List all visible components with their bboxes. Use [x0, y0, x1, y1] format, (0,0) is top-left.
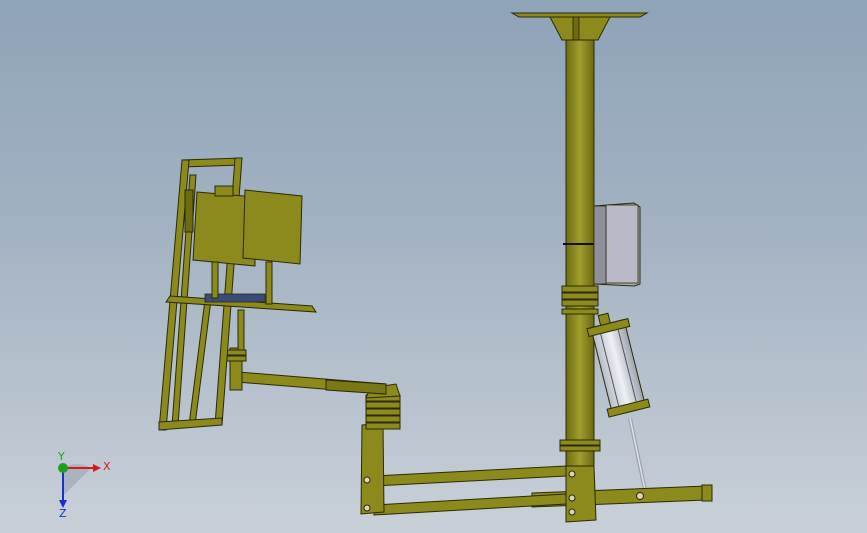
upper-arm[interactable]: [223, 347, 387, 395]
control-box[interactable]: [593, 202, 641, 287]
base-arm[interactable]: [360, 422, 713, 523]
top-mounting-plate[interactable]: [510, 12, 649, 42]
coordinate-triad: X Y Z: [57, 450, 111, 520]
x-axis-head: [93, 464, 101, 472]
cad-viewport[interactable]: X Y Z: [0, 0, 867, 533]
y-axis-label: Y: [57, 450, 65, 463]
x-axis-label: X: [103, 460, 111, 473]
z-axis-label: Z: [59, 507, 67, 520]
assembly-model[interactable]: X Y Z: [0, 0, 867, 533]
y-axis-dot: [58, 463, 68, 473]
